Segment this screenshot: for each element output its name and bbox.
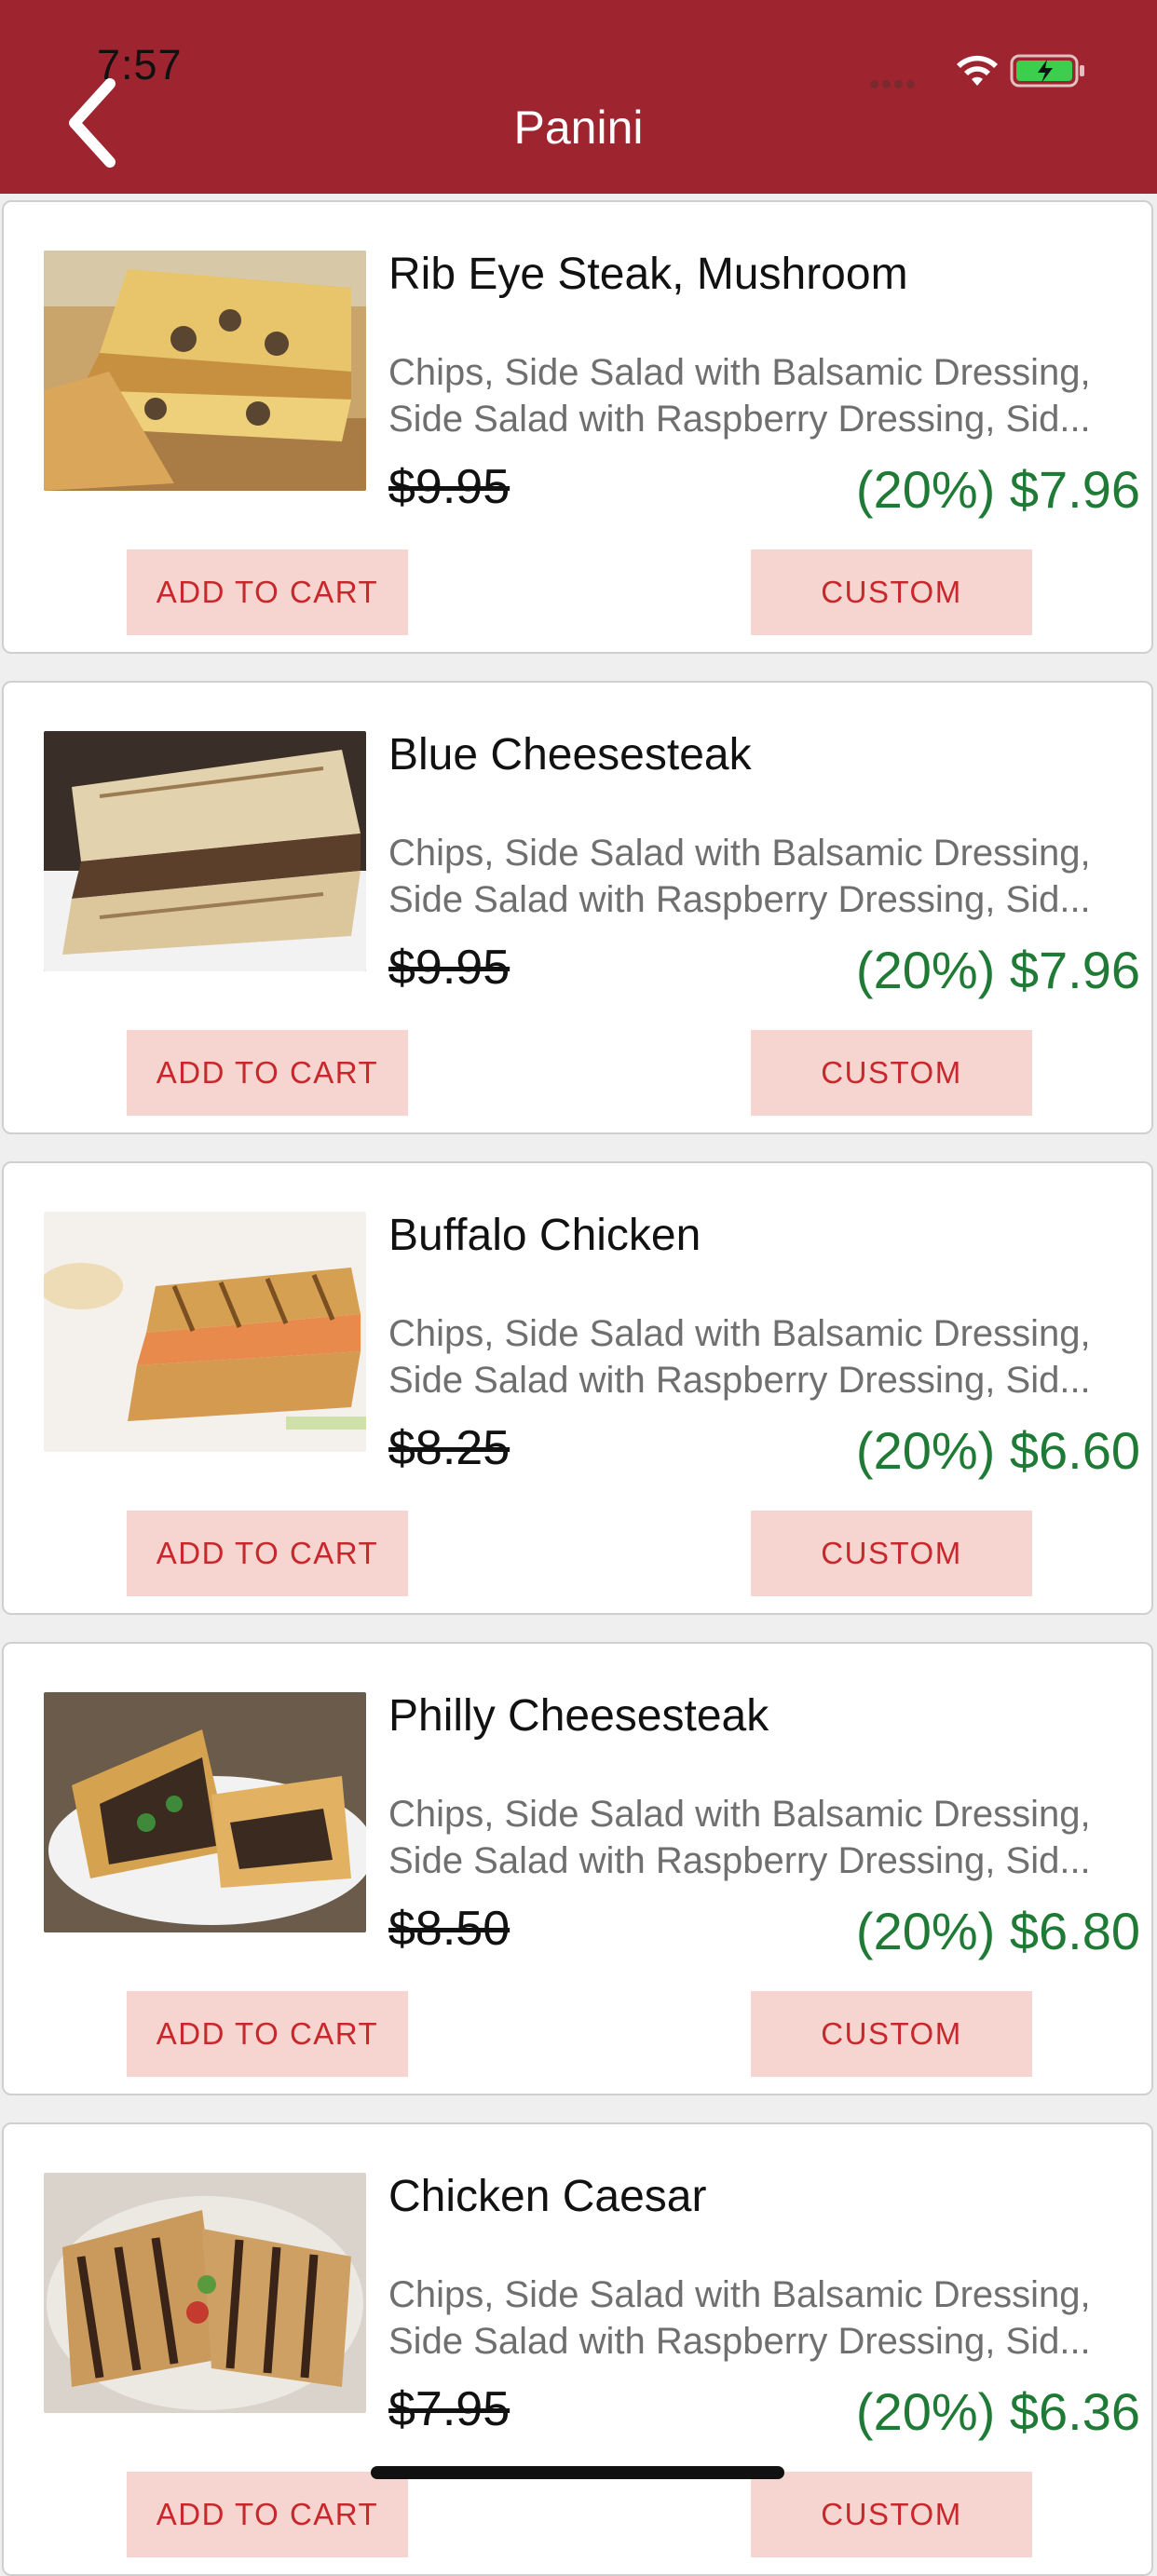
original-price: $7.95 xyxy=(388,2382,510,2436)
discounted-price: (20%) $7.96 xyxy=(855,941,1140,999)
add-to-cart-button[interactable]: ADD TO CART xyxy=(127,2472,408,2557)
product-name: Blue Cheesesteak xyxy=(388,730,752,780)
wifi-icon xyxy=(957,55,998,86)
product-image xyxy=(44,731,366,971)
description-line: Side Salad with Raspberry Dressing, Sid.… xyxy=(388,399,1091,440)
add-to-cart-button[interactable]: ADD TO CART xyxy=(127,549,408,635)
description-line: Chips, Side Salad with Balsamic Dressing… xyxy=(388,833,1091,874)
product-description: Chips, Side Salad with Balsamic Dressing… xyxy=(388,1310,1145,1403)
product-image xyxy=(44,1692,366,1932)
add-to-cart-button[interactable]: ADD TO CART xyxy=(127,1991,408,2077)
description-line: Chips, Side Salad with Balsamic Dressing… xyxy=(388,1794,1091,1835)
product-image xyxy=(44,1212,366,1452)
original-price: $9.95 xyxy=(388,941,510,995)
product-name: Buffalo Chicken xyxy=(388,1211,701,1260)
description-line: Side Salad with Raspberry Dressing, Sid.… xyxy=(388,879,1091,920)
page-title: Panini xyxy=(513,102,644,154)
original-price: $9.95 xyxy=(388,460,510,514)
battery-charging-icon xyxy=(1010,54,1084,88)
product-name: Chicken Caesar xyxy=(388,2172,707,2221)
custom-button[interactable]: CUSTOM xyxy=(751,1030,1032,1116)
product-card[interactable]: Philly Cheesesteak Chips, Side Salad wit… xyxy=(2,1642,1153,2095)
description-line: Side Salad with Raspberry Dressing, Sid.… xyxy=(388,1840,1091,1881)
home-indicator[interactable] xyxy=(371,2466,784,2479)
product-image xyxy=(44,2173,366,2413)
product-description: Chips, Side Salad with Balsamic Dressing… xyxy=(388,2271,1145,2365)
product-card[interactable]: Rib Eye Steak, Mushroom Chips, Side Sala… xyxy=(2,200,1153,654)
product-card[interactable]: Buffalo Chicken Chips, Side Salad with B… xyxy=(2,1161,1153,1615)
product-description: Chips, Side Salad with Balsamic Dressing… xyxy=(388,830,1145,923)
original-price: $8.25 xyxy=(388,1421,510,1475)
product-description: Chips, Side Salad with Balsamic Dressing… xyxy=(388,349,1145,442)
description-line: Side Salad with Raspberry Dressing, Sid.… xyxy=(388,1360,1091,1401)
add-to-cart-button[interactable]: ADD TO CART xyxy=(127,1511,408,1596)
status-icons xyxy=(870,47,1112,93)
original-price: $8.50 xyxy=(388,1902,510,1956)
cellular-signal-icon xyxy=(870,76,919,93)
app-header: 7:57 Panini xyxy=(0,0,1157,194)
product-name: Philly Cheesesteak xyxy=(388,1691,769,1741)
product-description: Chips, Side Salad with Balsamic Dressing… xyxy=(388,1791,1145,1884)
discounted-price: (20%) $6.60 xyxy=(855,1421,1140,1480)
description-line: Chips, Side Salad with Balsamic Dressing… xyxy=(388,352,1091,393)
product-image xyxy=(44,251,366,491)
custom-button[interactable]: CUSTOM xyxy=(751,2472,1032,2557)
product-card[interactable]: Chicken Caesar Chips, Side Salad with Ba… xyxy=(2,2122,1153,2576)
description-line: Side Salad with Raspberry Dressing, Sid.… xyxy=(388,2321,1091,2362)
discounted-price: (20%) $7.96 xyxy=(855,460,1140,519)
discounted-price: (20%) $6.80 xyxy=(855,1902,1140,1960)
description-line: Chips, Side Salad with Balsamic Dressing… xyxy=(388,1313,1091,1354)
custom-button[interactable]: CUSTOM xyxy=(751,1511,1032,1596)
custom-button[interactable]: CUSTOM xyxy=(751,1991,1032,2077)
product-card[interactable]: Blue Cheesesteak Chips, Side Salad with … xyxy=(2,681,1153,1134)
custom-button[interactable]: CUSTOM xyxy=(751,549,1032,635)
description-line: Chips, Side Salad with Balsamic Dressing… xyxy=(388,2274,1091,2315)
discounted-price: (20%) $6.36 xyxy=(855,2382,1140,2441)
add-to-cart-button[interactable]: ADD TO CART xyxy=(127,1030,408,1116)
product-name: Rib Eye Steak, Mushroom xyxy=(388,250,908,299)
